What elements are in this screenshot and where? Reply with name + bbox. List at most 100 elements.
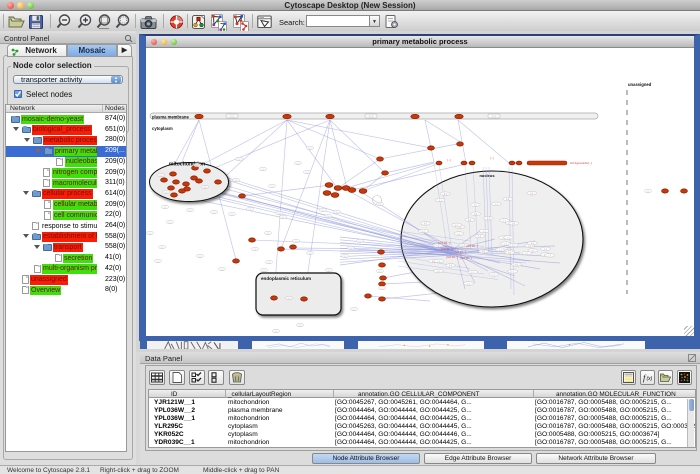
svg-text:[..]: [..]: [482, 251, 485, 253]
svg-text:[..]: [..]: [459, 227, 462, 229]
svg-text:[--]: [--]: [231, 116, 234, 118]
svg-text:[..]: [..]: [263, 270, 266, 272]
svg-text:[..]: [..]: [238, 159, 241, 161]
svg-text:endoplasmic reticulum: endoplasmic reticulum: [261, 276, 311, 281]
svg-text:[..]: [..]: [327, 216, 330, 218]
svg-text:[..]: [..]: [379, 204, 382, 206]
svg-text:[..]: [..]: [503, 220, 506, 222]
svg-text:[..]: [..]: [267, 233, 270, 235]
svg-text:[..]: [..]: [235, 180, 238, 182]
svg-text:[..]: [..]: [271, 186, 274, 188]
svg-text:[..]: [..]: [199, 256, 202, 258]
svg-text:[..]: [..]: [328, 270, 331, 272]
svg-text:[GO:00...]: [GO:00...]: [446, 255, 458, 259]
svg-text:[..]: [..]: [526, 253, 529, 255]
svg-text:[..]: [..]: [475, 214, 478, 216]
svg-text:[..]: [..]: [504, 243, 507, 245]
svg-text:[GO:00...]: [GO:00...]: [438, 241, 450, 245]
svg-text:[..]: [..]: [439, 200, 442, 202]
svg-text:[..]: [..]: [506, 199, 509, 201]
svg-text:[..]: [..]: [160, 175, 163, 177]
svg-text:[..]: [..]: [531, 243, 534, 245]
svg-text:[..]: [..]: [549, 255, 552, 257]
svg-text:[..]: [..]: [213, 212, 216, 214]
svg-text:[..]: [..]: [532, 250, 535, 252]
svg-text:[..]: [..]: [495, 204, 498, 206]
svg-text:[..]: [..]: [254, 249, 257, 251]
svg-text:[..]: [..]: [437, 271, 440, 273]
svg-text:nucleus: nucleus: [479, 173, 495, 178]
svg-text:[..]: [..]: [196, 165, 199, 167]
svg-text:[..]: [..]: [169, 222, 172, 224]
svg-text:[..]: [..]: [647, 191, 650, 193]
svg-text:[..]: [..]: [350, 248, 353, 250]
svg-text:[..]: [..]: [359, 241, 362, 243]
svg-text:[--]: [--]: [370, 116, 373, 118]
svg-text:[..]: [..]: [249, 209, 252, 211]
svg-text:[..]: [..]: [499, 249, 502, 251]
svg-text:plasma membrane: plasma membrane: [152, 114, 189, 119]
svg-text:[..]: [..]: [278, 213, 281, 215]
svg-text:[..]: [..]: [507, 237, 510, 239]
svg-text:[..]: [..]: [221, 269, 224, 271]
svg-text:[..]: [..]: [483, 231, 486, 233]
svg-text:[..]: [..]: [344, 256, 347, 258]
svg-text:[..]: [..]: [422, 231, 425, 233]
svg-text:[..]: [..]: [487, 218, 490, 220]
svg-text:[..]: [..]: [493, 274, 496, 276]
svg-text:[..]: [..]: [511, 271, 514, 273]
svg-text:[..]: [..]: [379, 271, 382, 273]
svg-text:[--]: [--]: [493, 116, 496, 118]
svg-text:[..]: [..]: [288, 298, 291, 300]
svg-text:[..]: [..]: [528, 245, 531, 247]
svg-text:[..]: [..]: [353, 309, 356, 311]
svg-text:[..]: [..]: [381, 288, 384, 290]
svg-text:[..]: [..]: [157, 261, 160, 263]
svg-text:[..]: [..]: [544, 249, 547, 251]
svg-text:[..]: [..]: [309, 253, 312, 255]
svg-text:[...]: [...]: [447, 158, 451, 162]
svg-text:[..]: [..]: [512, 223, 515, 225]
svg-text:[..]: [..]: [231, 214, 234, 216]
svg-text:[..]: [..]: [297, 163, 300, 165]
svg-text:[..]: [..]: [508, 252, 511, 254]
svg-text:[..]: [..]: [471, 272, 474, 274]
svg-text:[..]: [..]: [262, 169, 265, 171]
svg-text:[..]: [..]: [189, 210, 192, 212]
svg-text:[..]: [..]: [467, 283, 470, 285]
svg-text:[..]: [..]: [437, 245, 440, 247]
svg-text:[..]: [..]: [474, 205, 477, 207]
svg-text:[..]: [..]: [161, 247, 164, 249]
svg-text:[...]: [...]: [490, 156, 494, 160]
svg-text:[..]: [..]: [336, 212, 339, 214]
svg-text:[..]: [..]: [282, 217, 285, 219]
svg-text:[..]: [..]: [515, 264, 518, 266]
svg-text:[..]: [..]: [275, 331, 278, 333]
svg-text:[..]: [..]: [299, 325, 302, 327]
svg-text:unassigned: unassigned: [628, 82, 652, 87]
svg-text:[..]: [..]: [469, 220, 472, 222]
svg-text:[..]: [..]: [531, 193, 534, 195]
svg-text:GO:0generic/ter[...]: GO:0generic/ter[...]: [570, 161, 592, 165]
svg-text:[..]: [..]: [512, 245, 515, 247]
svg-text:[..]: [..]: [455, 225, 458, 227]
svg-text:[..]: [..]: [449, 265, 452, 267]
svg-text:[..]: [..]: [165, 192, 168, 194]
svg-text:[..]: [..]: [164, 207, 167, 209]
svg-text:[GO:00...]: [GO:00...]: [466, 244, 478, 248]
svg-text:[..]: [..]: [458, 233, 461, 235]
svg-text:[..]: [..]: [204, 187, 207, 189]
svg-text:cytoplasm: cytoplasm: [152, 126, 173, 131]
svg-text:[..]: [..]: [424, 223, 427, 225]
svg-text:[..]: [..]: [149, 233, 152, 235]
svg-text:[GO:00...]: [GO:00...]: [454, 250, 466, 254]
svg-text:[GO:00...]: [GO:00...]: [460, 256, 472, 260]
svg-text:[..]: [..]: [463, 245, 466, 247]
svg-text:[GO:00...]: [GO:00...]: [441, 247, 453, 251]
svg-text:[..]: [..]: [268, 262, 271, 264]
svg-text:[..]: [..]: [444, 194, 447, 196]
svg-text:[..]: [..]: [306, 172, 309, 174]
svg-text:[..]: [..]: [478, 236, 481, 238]
svg-text:[..]: [..]: [322, 210, 325, 212]
svg-text:[..]: [..]: [309, 148, 312, 150]
